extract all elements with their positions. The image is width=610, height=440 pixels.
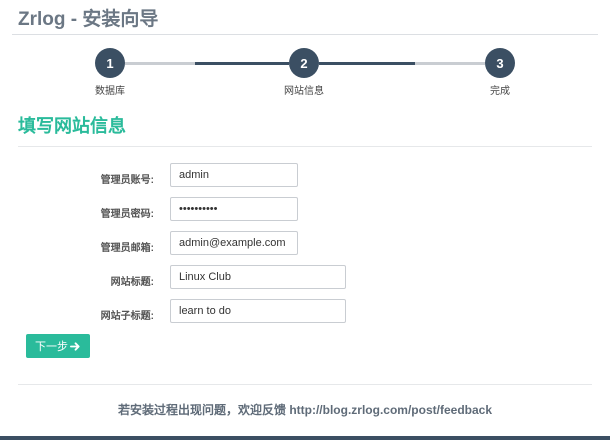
- wizard-track-3: [319, 62, 415, 65]
- section-divider: [18, 146, 592, 147]
- wizard-track-1: [125, 62, 195, 65]
- feedback-link[interactable]: http://blog.zrlog.com/post/feedback: [289, 403, 492, 417]
- section-title: 填写网站信息: [18, 116, 126, 136]
- wizard-step-2: 2: [289, 48, 319, 78]
- wizard-step-1-label: 数据库: [95, 86, 125, 97]
- admin-email-input[interactable]: [170, 231, 298, 255]
- wizard-step-2-label: 网站信息: [284, 86, 324, 97]
- site-title-label: 网站标题:: [110, 277, 154, 288]
- footer-divider: [18, 384, 592, 385]
- next-step-label: 下一步: [35, 341, 68, 353]
- footer-help: 若安装过程出现问题，欢迎反馈 http://blog.zrlog.com/pos…: [0, 401, 610, 418]
- wizard-step-3: 3: [485, 48, 515, 78]
- wizard-track-4: [415, 62, 485, 65]
- admin-email-label: 管理员邮箱:: [100, 243, 154, 254]
- bottom-bar: [0, 436, 610, 440]
- wizard-track-2: [195, 62, 289, 65]
- admin-password-label: 管理员密码:: [100, 209, 154, 220]
- wizard-step-3-label: 完成: [490, 86, 510, 97]
- install-wizard-steps: 1 2 3 数据库 网站信息 完成: [0, 0, 610, 100]
- admin-account-label: 管理员账号:: [100, 175, 154, 186]
- site-title-input[interactable]: [170, 265, 346, 289]
- admin-password-input[interactable]: [170, 197, 298, 221]
- wizard-step-1: 1: [95, 48, 125, 78]
- site-subtitle-input[interactable]: [170, 299, 346, 323]
- admin-account-input[interactable]: [170, 163, 298, 187]
- site-subtitle-label: 网站子标题:: [100, 311, 154, 322]
- footer-help-text: 若安装过程出现问题，欢迎反馈: [117, 403, 290, 417]
- arrow-right-icon: [70, 341, 80, 351]
- next-step-button[interactable]: 下一步: [26, 334, 90, 358]
